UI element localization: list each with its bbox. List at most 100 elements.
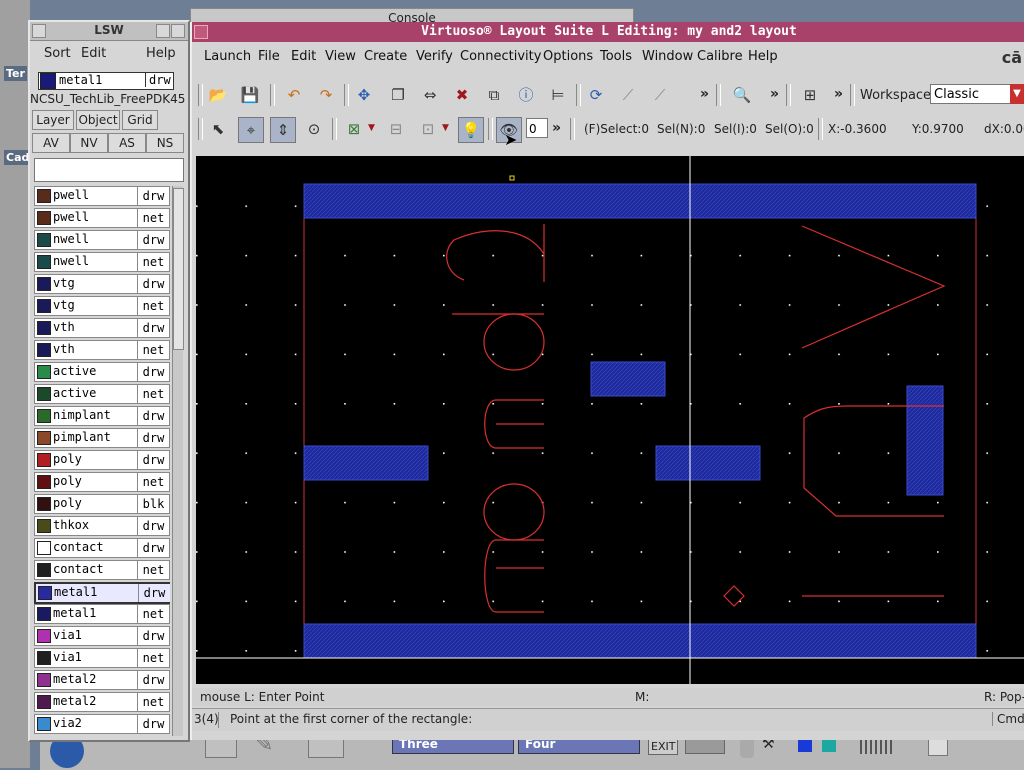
layer-snap-dropdown-icon[interactable]: ▼ (442, 123, 449, 133)
layer-snap-icon[interactable]: ⊡ (416, 117, 440, 141)
filter-as-button[interactable]: AS (108, 133, 146, 153)
input-a-metal1[interactable] (303, 445, 429, 481)
desktop-label-terminal[interactable]: Ter (4, 66, 27, 81)
layer-row-vtg-net[interactable]: vtg net (34, 296, 170, 316)
select-mode-icon[interactable]: ⌖ (238, 117, 264, 143)
snap-icon[interactable]: ⊠ (342, 117, 366, 141)
redo-icon[interactable]: ↷ (314, 83, 338, 107)
ruler-icon[interactable]: ⟋ (616, 83, 640, 107)
tab-grid[interactable]: Grid (122, 110, 158, 130)
refresh-icon[interactable]: ⟳ (584, 83, 608, 107)
layer-row-pwell-net[interactable]: pwell net (34, 208, 170, 228)
layout-editor-window[interactable]: Virtuoso® Layout Suite L Editing: my and… (190, 22, 1024, 740)
layer-row-via2-drw[interactable]: via2 drw (34, 714, 170, 734)
output-metal1-vertical[interactable] (906, 385, 944, 496)
menu-edit[interactable]: Edit (291, 49, 316, 64)
lightbulb-icon[interactable]: 💡 (458, 117, 484, 143)
menu-tools[interactable]: Tools (600, 49, 632, 64)
ruler-snap-icon[interactable]: ⊟ (384, 117, 408, 141)
layout-canvas[interactable]: nand2 (196, 156, 1024, 684)
gnd-rail-metal1[interactable] (303, 623, 977, 659)
lsw-menu-edit[interactable]: Edit (81, 46, 106, 61)
menu-help[interactable]: Help (748, 49, 778, 64)
layer-row-metal1-net[interactable]: metal1 net (34, 604, 170, 624)
layer-row-vtg-drw[interactable]: vtg drw (34, 274, 170, 294)
menu-connectivity[interactable]: Connectivity (460, 49, 541, 64)
layer-row-metal2-drw[interactable]: metal2 drw (34, 670, 170, 690)
stop-level-input[interactable]: 0 (526, 118, 548, 138)
align-icon[interactable]: ⊨ (546, 83, 570, 107)
rename-icon[interactable]: ⧉ (482, 83, 506, 107)
layer-row-pwell-drw[interactable]: pwell drw (34, 186, 170, 206)
workspace-select[interactable]: Classic (930, 84, 1022, 104)
layer-row-contact-net[interactable]: contact net (34, 560, 170, 580)
layer-row-via1-drw[interactable]: via1 drw (34, 626, 170, 646)
layer-row-active-drw[interactable]: active drw (34, 362, 170, 382)
layer-row-vth-net[interactable]: vth net (34, 340, 170, 360)
snap-dropdown-icon[interactable]: ▼ (368, 123, 375, 133)
gravity-icon[interactable]: ⇕ (270, 117, 296, 143)
layer-row-poly-drw[interactable]: poly drw (34, 450, 170, 470)
more-display-chevron-icon[interactable]: » (552, 120, 561, 136)
lsw-titlebar[interactable]: LSW (30, 22, 188, 41)
chevron-down-icon[interactable]: ▼ (1010, 84, 1024, 104)
layer-row-poly-blk[interactable]: poly blk (34, 494, 170, 514)
layer-row-thkox-drw[interactable]: thkox drw (34, 516, 170, 536)
properties-icon[interactable]: ⓘ (514, 83, 538, 107)
area-select-icon[interactable]: ⊙ (302, 117, 326, 141)
menu-options[interactable]: Options (543, 49, 593, 64)
workspace-teal-icon[interactable] (822, 738, 836, 752)
save-icon[interactable]: 💾 (238, 83, 262, 107)
toolbar-grip[interactable] (198, 118, 203, 140)
lsw-menu-help[interactable]: Help (146, 46, 176, 61)
exit-button[interactable]: EXIT (648, 738, 679, 755)
books-icon[interactable] (860, 738, 892, 754)
tab-object[interactable]: Object (76, 110, 120, 130)
input-b-metal1[interactable] (590, 361, 666, 397)
delete-icon[interactable]: ✖ (450, 83, 474, 107)
move-icon[interactable]: ✥ (352, 83, 376, 107)
copy-icon[interactable]: ❐ (386, 83, 410, 107)
editor-titlebar[interactable]: Virtuoso® Layout Suite L Editing: my and… (192, 22, 1024, 42)
minimize-icon[interactable] (156, 24, 170, 38)
menu-calibre[interactable]: Calibre (697, 49, 743, 64)
layer-row-metal1-drw[interactable]: metal1 drw (34, 582, 170, 604)
select-pointer-icon[interactable]: ⬉ (206, 117, 230, 141)
layer-row-pimplant-drw[interactable]: pimplant drw (34, 428, 170, 448)
layer-row-active-net[interactable]: active net (34, 384, 170, 404)
hierarchy-icon[interactable]: ⊞ (798, 83, 822, 107)
current-layer[interactable]: metal1 drw (38, 72, 174, 90)
scrollbar-thumb[interactable] (173, 188, 184, 350)
tab-layer[interactable]: Layer (32, 110, 74, 130)
layer-row-nwell-drw[interactable]: nwell drw (34, 230, 170, 250)
toolbar-grip[interactable] (198, 84, 203, 106)
menu-create[interactable]: Create (364, 49, 407, 64)
layer-row-nwell-net[interactable]: nwell net (34, 252, 170, 272)
layer-row-metal2-net[interactable]: metal2 net (34, 692, 170, 712)
open-icon[interactable]: 📂 (206, 83, 230, 107)
filter-ns-button[interactable]: NS (146, 133, 184, 153)
ruler-clear-icon[interactable]: ⟋ (648, 83, 672, 107)
menu-file[interactable]: File (258, 49, 280, 64)
menu-window[interactable]: Window (642, 49, 693, 64)
more-hierarchy-chevron-icon[interactable]: » (834, 86, 843, 102)
menu-launch[interactable]: Launch (204, 49, 251, 64)
more-tools-chevron-icon[interactable]: » (700, 86, 709, 102)
filter-nv-button[interactable]: NV (70, 133, 108, 153)
menu-verify[interactable]: Verify (416, 49, 453, 64)
output-metal1[interactable] (655, 445, 761, 481)
filter-av-button[interactable]: AV (32, 133, 70, 153)
doc-icon[interactable] (928, 738, 948, 756)
layer-row-nimplant-drw[interactable]: nimplant drw (34, 406, 170, 426)
zoom-icon[interactable]: 🔍 (730, 83, 754, 107)
stretch-icon[interactable]: ⇔ (418, 83, 442, 107)
layer-list-scrollbar[interactable] (172, 186, 184, 736)
lsw-menu-sort[interactable]: Sort (44, 46, 71, 61)
undo-icon[interactable]: ↶ (282, 83, 306, 107)
menu-view[interactable]: View (325, 49, 356, 64)
layer-row-vth-drw[interactable]: vth drw (34, 318, 170, 338)
workspace-blue-icon[interactable] (798, 738, 812, 752)
layer-filter-input[interactable] (34, 158, 184, 182)
layer-row-via1-net[interactable]: via1 net (34, 648, 170, 668)
vdd-rail-metal1[interactable] (303, 183, 977, 219)
